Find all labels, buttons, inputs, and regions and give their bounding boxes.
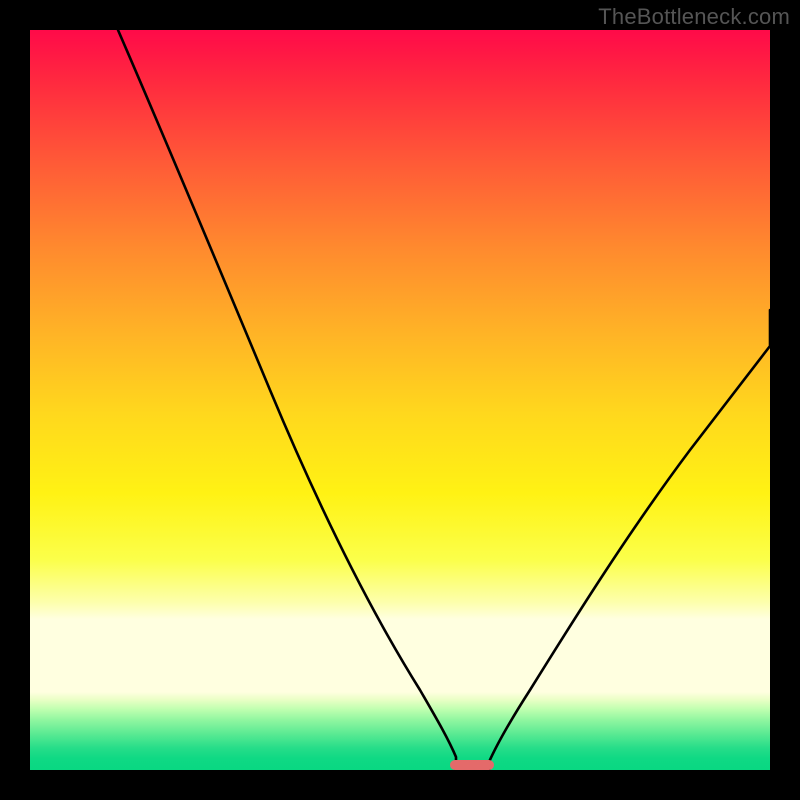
chart-frame: TheBottleneck.com — [0, 0, 800, 800]
bottleneck-curve — [30, 30, 770, 770]
plot-area — [30, 30, 770, 770]
optimum-marker — [450, 760, 494, 770]
attribution-label: TheBottleneck.com — [598, 4, 790, 30]
curve-right-branch — [489, 310, 770, 770]
curve-left-branch — [118, 30, 456, 770]
